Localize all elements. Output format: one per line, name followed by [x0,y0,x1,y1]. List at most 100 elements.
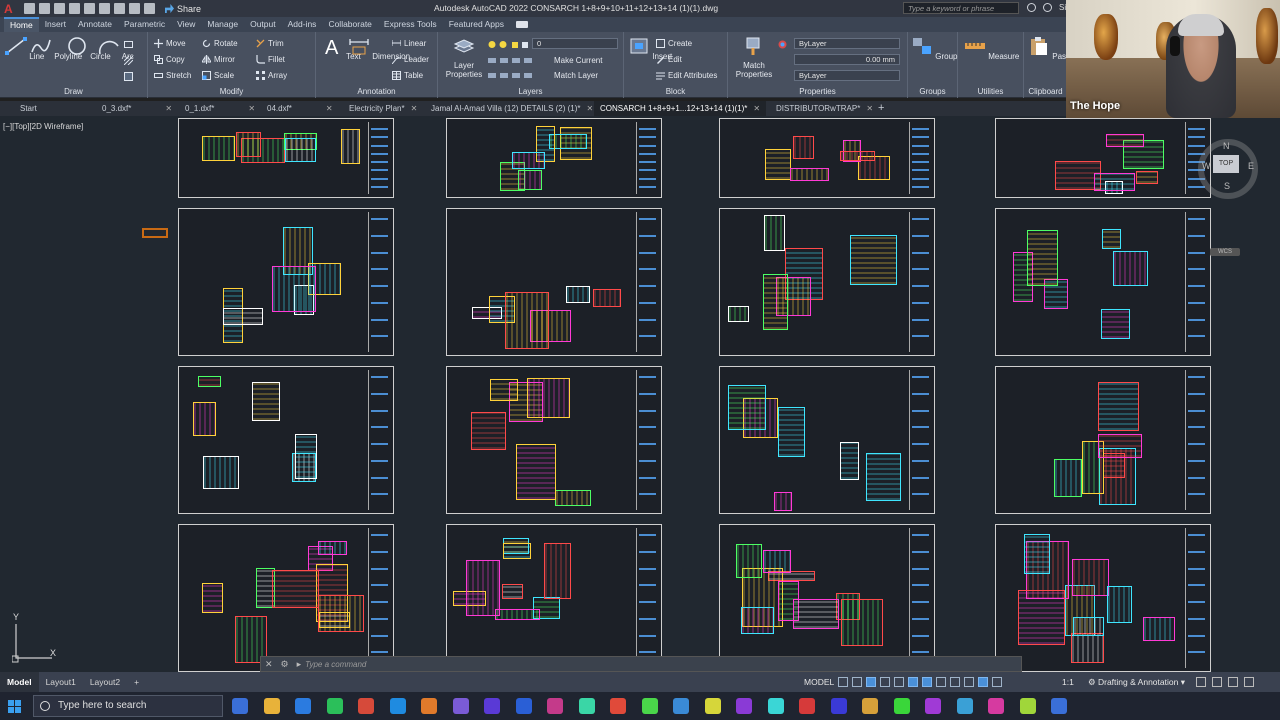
move-button[interactable]: Move [154,37,186,49]
wcs-menu[interactable]: WCS [1210,248,1240,256]
match-layer-button[interactable]: Match Layer [554,69,598,81]
viewcube-west[interactable]: W [1202,161,1211,171]
taskbar-app-icon[interactable] [767,698,784,714]
user-icon[interactable] [1043,3,1052,12]
layer-properties-button[interactable]: Layer Properties [444,36,484,79]
taskbar-app-icon[interactable] [704,698,721,714]
make-current-button[interactable]: Make Current [554,54,602,66]
isodraft-icon[interactable] [894,677,904,687]
mirror-button[interactable]: Mirror [202,53,235,65]
viewcube[interactable]: N S W E TOP [1198,139,1258,199]
match-properties-button[interactable]: Match Properties [734,36,774,79]
doc-tab-distributor[interactable]: DISTRIBUTORwTRAP* ✕ [770,101,879,116]
plot-icon[interactable] [114,3,125,14]
add-layout-button[interactable]: + [127,672,146,692]
doc-tab-04[interactable]: 04.dxf* ✕ [261,101,339,116]
taskbar-app-icon[interactable] [610,698,626,714]
new-file-icon[interactable] [24,3,35,14]
edit-block-button[interactable]: Edit [656,53,682,65]
taskbar-app-icon[interactable] [1051,698,1067,714]
leader-button[interactable]: Leader [392,53,429,65]
annotation-visibility-icon[interactable] [992,677,1002,687]
table-button[interactable]: Table [392,69,423,81]
ribbon-minimize-icon[interactable] [515,21,528,28]
tab-home[interactable]: Home [4,17,39,32]
measure-button[interactable]: Measure [964,36,1019,61]
taskbar-app-icon[interactable] [641,698,658,714]
doc-tab-jamal[interactable]: Jamal Al-Amad Villa (12) DETAILS (2) (1)… [425,101,599,116]
viewport-controls-label[interactable]: [−][Top][2D Wireframe] [3,122,83,131]
transparency-icon[interactable] [950,677,960,687]
autocad-logo-icon[interactable]: A [4,2,20,16]
region-tool[interactable] [124,70,133,82]
save-as-icon[interactable] [69,3,80,14]
groups-panel-label[interactable]: Groups [908,87,957,96]
tab-collaborate[interactable]: Collaborate [322,17,377,32]
isolate-objects-icon[interactable] [1196,677,1206,687]
rectangle-tool[interactable] [124,38,133,50]
osnap-track-icon[interactable] [908,677,918,687]
taskbar-app-icon[interactable] [326,698,343,714]
doc-tab-electricity[interactable]: Electricity Plan* ✕ [343,101,423,116]
command-input[interactable]: Type a command [305,660,366,669]
new-tab-button[interactable]: + [872,101,890,116]
ortho-icon[interactable] [866,677,876,687]
stretch-button[interactable]: Stretch [154,69,191,81]
annotation-panel-label[interactable]: Annotation [316,87,437,96]
doc-tab-0-3[interactable]: 0_3.dxf* ✕ [96,101,178,116]
taskbar-search-box[interactable]: Type here to search [33,695,223,717]
layer-state-icons[interactable] [488,38,528,50]
save-web-icon[interactable] [99,3,110,14]
close-icon[interactable]: ✕ [165,104,172,113]
layer-tools-row2[interactable] [488,69,548,81]
taskbar-app-icon[interactable] [547,698,563,714]
taskbar-app-icon[interactable] [389,698,406,714]
share-button[interactable]: Share [165,4,201,14]
taskbar-app-icon[interactable] [263,698,280,714]
close-icon[interactable]: ✕ [411,104,418,113]
linear-dim-button[interactable]: Linear [392,37,426,49]
workspace-switch[interactable]: ⚙ Drafting & Annotation ▾ [1088,677,1185,688]
taskbar-app-icon[interactable] [578,698,595,714]
fullscreen-icon[interactable] [1228,677,1238,687]
taskbar-app-icon[interactable] [1019,698,1036,714]
grid-icon[interactable] [838,677,848,687]
fillet-button[interactable]: Fillet [256,53,285,65]
taskbar-app-icon[interactable] [295,698,311,714]
copy-button[interactable]: Copy [154,53,185,65]
taskbar-app-icon[interactable] [988,698,1004,714]
linetype-dropdown[interactable]: ByLayer [794,70,900,81]
units-icon[interactable] [1212,677,1222,687]
layer-tools-row1[interactable] [488,54,548,66]
edit-attributes-button[interactable]: Edit Attributes [656,69,717,81]
tab-output[interactable]: Output [244,17,282,32]
viewcube-north[interactable]: N [1223,141,1230,151]
redo-icon[interactable] [144,3,155,14]
color-dropdown[interactable]: ByLayer [794,38,900,49]
layout-tab-layout2[interactable]: Layout2 [83,672,127,692]
layers-panel-label[interactable]: Layers [438,87,623,96]
doc-tab-0-1[interactable]: 0_1.dxf* ✕ [179,101,261,116]
taskbar-app-icon[interactable] [799,698,815,714]
clipboard-panel-label[interactable]: Clipboard [1024,87,1067,96]
taskbar-app-icon[interactable] [484,698,500,714]
doc-tab-consarch[interactable]: CONSARCH 1+8+9+1...12+13+14 (1)(1)* ✕ [594,101,767,116]
create-block-button[interactable]: Create [656,37,692,49]
taskbar-app-icon[interactable] [232,698,248,714]
group-button[interactable]: Group [911,36,957,61]
doc-tab-start[interactable]: Start [14,101,43,116]
lineweight-dropdown[interactable]: 0.00 mm [794,54,900,65]
selection-cycling-icon[interactable] [964,677,974,687]
snap-icon[interactable] [852,677,862,687]
taskbar-app-icon[interactable] [358,698,374,714]
color-wheel-icon[interactable] [778,38,787,50]
customize-icon[interactable] [1244,677,1254,687]
layout-tab-layout1[interactable]: Layout1 [39,672,83,692]
modify-panel-label[interactable]: Modify [148,87,315,96]
drawing-canvas[interactable]: [−][Top][2D Wireframe] [0,116,1280,672]
layer-dropdown[interactable]: 0 [532,38,618,49]
keyword-search-input[interactable]: Type a keyword or phrase [903,2,1019,14]
tab-add-ins[interactable]: Add-ins [282,17,323,32]
windows-start-icon[interactable] [8,700,21,713]
taskbar-app-icon[interactable] [515,698,532,714]
